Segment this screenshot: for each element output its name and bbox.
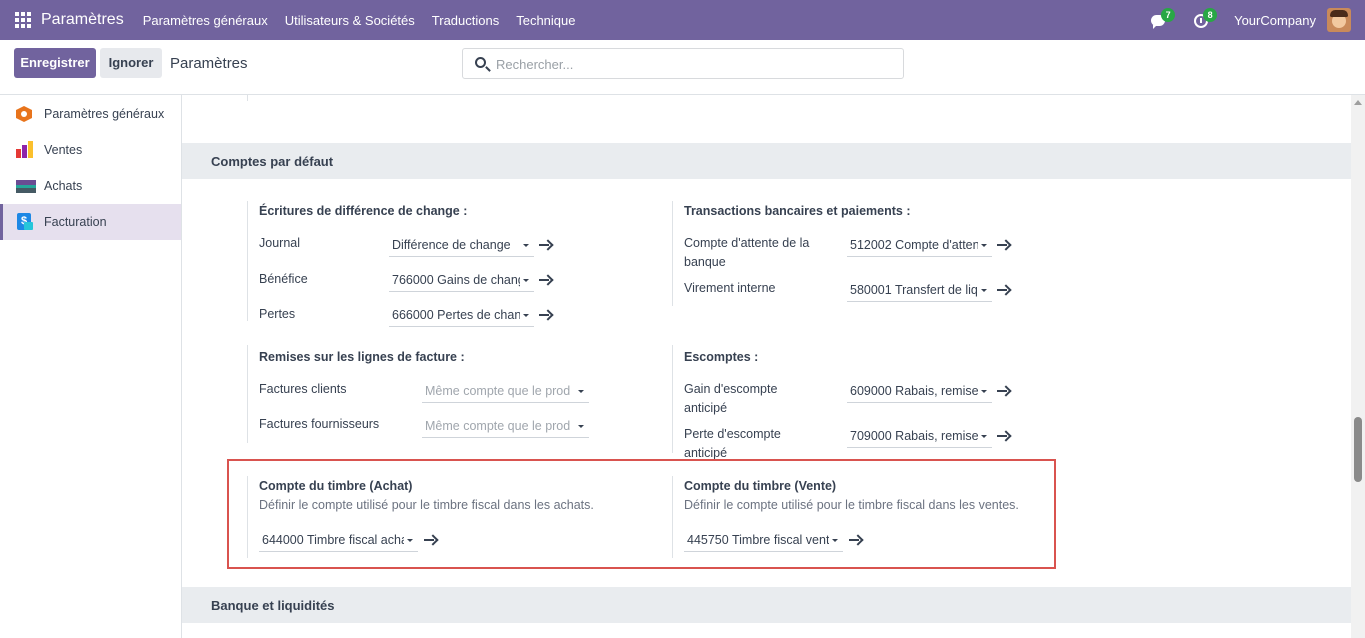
sidebar-item-label: Paramètres généraux [44,107,165,121]
vendor-discount-select[interactable]: Même compte que le produit [422,414,589,438]
early-discount-title: Escomptes : [684,350,759,364]
early-gain-select[interactable]: 609000 Rabais, remises [847,379,992,403]
arrow-right-icon[interactable] [539,309,551,321]
internal-transfer-select[interactable]: 580001 Transfert de liquidités [847,278,992,302]
section-title: Banque et liquidités [211,598,335,613]
bank-transactions-group [672,201,673,306]
exchange-gain-select[interactable]: 766000 Gains de change [389,268,534,292]
suspense-account-label: Compte d'attente de la banque [684,236,810,269]
early-gain-label: Gain d'escompte anticipé [684,382,778,415]
settings-hex-icon [16,105,34,123]
vertical-scrollbar[interactable] [1351,95,1365,638]
stamp-purchase-select[interactable]: 644000 Timbre fiscal achat [259,528,418,552]
exchange-title: Écritures de différence de change : [259,204,468,218]
app-name[interactable]: Paramètres [41,11,124,29]
stamp-purchase-group [247,476,248,558]
purchase-icon [16,177,36,195]
menu-users-companies[interactable]: Utilisateurs & Sociétés [285,13,415,28]
search-input[interactable] [496,55,886,73]
page-title: Paramètres [170,55,248,72]
customer-discount-select[interactable]: Même compte que le produit [422,379,589,403]
vendor-bills-label: Factures fournisseurs [259,417,380,431]
exchange-loss-select[interactable]: 666000 Pertes de change [389,303,534,327]
sidebar-item-label: Ventes [44,143,83,157]
scroll-up-icon[interactable] [1354,100,1362,105]
section-bank-cash: Banque et liquidités [182,587,1351,623]
menu-general-settings[interactable]: Paramètres généraux [143,13,268,28]
arrow-right-icon[interactable] [997,430,1009,442]
stamp-purchase-title: Compte du timbre (Achat) [259,479,413,493]
company-switcher[interactable]: YourCompany [1234,13,1316,28]
settings-sidebar: Paramètres généraux Ventes Achats $ Fact… [0,95,182,638]
activities-clock-icon[interactable]: 8 [1192,8,1218,30]
stamp-sale-title: Compte du timbre (Vente) [684,479,837,493]
stamp-sale-description: Définir le compte utilisé pour le timbre… [684,498,1019,512]
exchange-difference-group [247,201,248,321]
early-discount-group [672,345,673,453]
sidebar-item-invoicing[interactable]: $ Facturation [0,204,181,240]
section-title: Comptes par défaut [211,154,334,169]
main-navbar: Paramètres Paramètres généraux Utilisate… [0,0,1365,40]
exchange-journal-select[interactable]: Différence de change [389,233,534,257]
internal-transfer-label: Virement interne [684,281,776,295]
activities-count-badge: 8 [1203,8,1218,22]
arrow-right-icon[interactable] [997,284,1009,296]
app-grid-icon[interactable] [15,12,31,28]
settings-content: Comptes par défaut Écritures de différen… [182,95,1351,638]
search-icon [475,57,486,68]
customer-invoices-label: Factures clients [259,382,347,396]
section-default-accounts: Comptes par défaut [182,143,1351,179]
messages-count-badge: 7 [1161,8,1176,22]
arrow-right-icon[interactable] [424,534,436,546]
previous-group-border [247,95,248,101]
arrow-right-icon[interactable] [849,534,861,546]
arrow-right-icon[interactable] [997,239,1009,251]
early-loss-label: Perte d'escompte anticipé [684,427,781,460]
stamp-purchase-description: Définir le compte utilisé pour le timbre… [259,498,594,512]
sales-icon [16,141,34,159]
scroll-thumb[interactable] [1354,417,1362,482]
arrow-right-icon[interactable] [997,385,1009,397]
sidebar-item-sales[interactable]: Ventes [0,132,181,168]
search-box[interactable] [462,48,904,79]
messages-icon[interactable]: 7 [1150,8,1176,30]
save-button[interactable]: Enregistrer [14,48,96,78]
early-loss-select[interactable]: 709000 Rabais, remises [847,424,992,448]
line-discounts-group [247,345,248,443]
stamp-sale-group [672,476,673,558]
menu-translations[interactable]: Traductions [432,13,499,28]
sidebar-item-label: Facturation [44,215,107,229]
sidebar-item-purchase[interactable]: Achats [0,168,181,204]
gain-label: Bénéfice [259,272,308,286]
user-avatar[interactable] [1327,8,1351,32]
bank-suspense-select[interactable]: 512002 Compte d'attente [847,233,992,257]
bank-transactions-title: Transactions bancaires et paiements : [684,204,911,218]
menu-technical[interactable]: Technique [516,13,575,28]
sidebar-item-general-settings[interactable]: Paramètres généraux [0,96,181,132]
arrow-right-icon[interactable] [539,239,551,251]
invoicing-icon: $ [16,213,34,231]
control-panel: Enregistrer Ignorer Paramètres [0,40,1365,95]
arrow-right-icon[interactable] [539,274,551,286]
stamp-sale-select[interactable]: 445750 Timbre fiscal vente [684,528,843,552]
journal-label: Journal [259,236,300,250]
sidebar-item-label: Achats [44,179,83,193]
discard-button[interactable]: Ignorer [100,48,162,78]
line-discounts-title: Remises sur les lignes de facture : [259,350,465,364]
highlight-box [227,459,1056,569]
loss-label: Pertes [259,307,296,321]
